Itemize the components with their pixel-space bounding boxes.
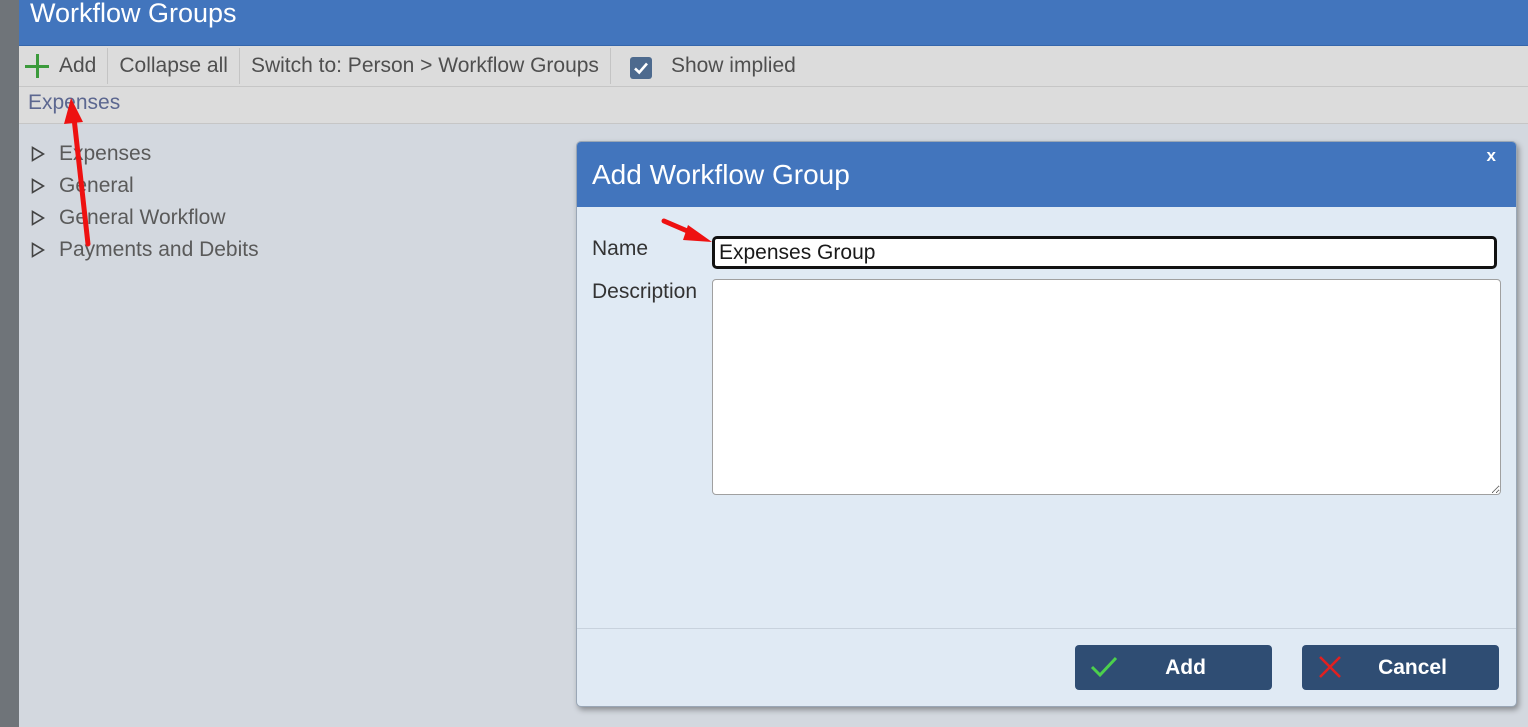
dialog-cancel-button[interactable]: Cancel bbox=[1302, 645, 1499, 690]
checkbox-check-icon bbox=[634, 62, 648, 75]
title-bar: Workflow Groups bbox=[19, 0, 1528, 46]
workflow-group-tree: Expenses General General Workflow Paymen… bbox=[31, 138, 259, 266]
plus-icon bbox=[25, 54, 49, 78]
triangle-right-icon[interactable] bbox=[31, 242, 51, 258]
dialog-title: Add Workflow Group bbox=[592, 159, 850, 190]
breadcrumb-item[interactable]: Expenses bbox=[28, 91, 120, 115]
switch-view-label: Switch to: Person > Workflow Groups bbox=[250, 54, 599, 77]
toolbar: Add Collapse all Switch to: Person > Wor… bbox=[19, 46, 1528, 87]
add-button[interactable]: Add bbox=[19, 48, 109, 84]
triangle-right-icon[interactable] bbox=[31, 210, 51, 226]
page-title: Workflow Groups bbox=[30, 0, 237, 28]
description-input[interactable] bbox=[712, 279, 1501, 495]
dialog-add-button[interactable]: Add bbox=[1075, 645, 1272, 690]
dialog-header: Add Workflow Group x bbox=[577, 142, 1516, 207]
name-input[interactable] bbox=[712, 236, 1497, 269]
tree-item[interactable]: General Workflow bbox=[31, 202, 259, 234]
tree-item-label: General bbox=[59, 174, 134, 197]
tree-item-label: Payments and Debits bbox=[59, 238, 259, 261]
description-label: Description bbox=[592, 280, 698, 303]
close-button[interactable]: x bbox=[1487, 146, 1496, 166]
breadcrumb: Expenses bbox=[19, 87, 1528, 124]
tree-item[interactable]: General bbox=[31, 170, 259, 202]
tree-item[interactable]: Expenses bbox=[31, 138, 259, 170]
collapse-all-label: Collapse all bbox=[119, 54, 228, 77]
collapse-all-button[interactable]: Collapse all bbox=[108, 48, 240, 84]
show-implied-checkbox[interactable] bbox=[629, 57, 652, 79]
dialog-footer: Add Cancel bbox=[577, 628, 1516, 706]
tree-item-label: Expenses bbox=[59, 142, 152, 165]
triangle-right-icon[interactable] bbox=[31, 178, 51, 194]
triangle-right-icon[interactable] bbox=[31, 146, 51, 162]
tree-item[interactable]: Payments and Debits bbox=[31, 234, 259, 266]
dialog-add-label: Add bbox=[1165, 655, 1206, 679]
add-workflow-group-dialog: Add Workflow Group x Name Description Ad… bbox=[576, 141, 1517, 707]
switch-view-link[interactable]: Switch to: Person > Workflow Groups bbox=[240, 48, 611, 84]
dialog-cancel-label: Cancel bbox=[1378, 655, 1447, 679]
name-label: Name bbox=[592, 237, 649, 260]
show-implied-toggle[interactable]: Show implied bbox=[611, 48, 807, 84]
show-implied-label: Show implied bbox=[670, 54, 796, 77]
add-button-label: Add bbox=[59, 54, 97, 77]
tree-item-label: General Workflow bbox=[59, 206, 226, 229]
